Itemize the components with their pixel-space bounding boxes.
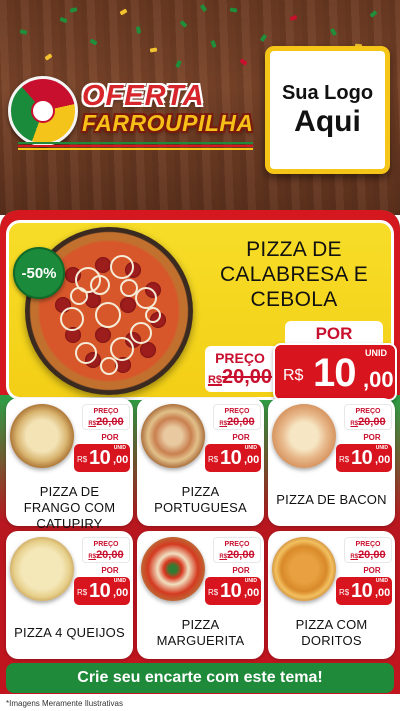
price-cents: ,00 — [375, 587, 391, 599]
unid-label: UNID — [244, 445, 257, 451]
unid-label: UNID — [113, 445, 126, 451]
price-currency: R$ — [208, 455, 219, 464]
old-price: R$20,00 — [88, 549, 124, 561]
por-label: POR — [232, 566, 250, 575]
por-label: POR — [363, 433, 381, 442]
product-name: PIZZA DE FRANGO COM CATUPIRY — [23, 484, 116, 531]
pizza-frango-icon — [10, 404, 74, 468]
featured-currency: R$ — [283, 367, 304, 384]
preco-label: PREÇO — [224, 541, 250, 548]
old-price: R$20,00 — [219, 416, 255, 428]
product-card[interactable]: PREÇO R$20,00 POR UNID R$ 10,00 PIZZA MARGUERI… — [137, 531, 264, 659]
pizza-4-queijos-icon — [10, 537, 74, 601]
featured-price-cents: ,00 — [363, 367, 394, 392]
create-flyer-button[interactable]: Crie seu encarte com este tema! — [6, 663, 394, 693]
old-price: R$20,00 — [219, 549, 255, 561]
preco-label: PREÇO — [93, 408, 119, 415]
logo-text-line2: Aqui — [294, 105, 361, 138]
product-card[interactable]: PREÇO R$20,00 POR UNID R$ 10,00 PIZZA PORTUGUE… — [137, 398, 264, 526]
preco-label: PREÇO — [224, 408, 250, 415]
brand-title-line1: OFERTA — [82, 80, 205, 112]
featured-product-card[interactable]: -50% PIZZA DE CALABRESA E CEBOLA POR PRE… — [6, 220, 397, 401]
new-price-tag: UNID R$ 10,00 — [205, 577, 261, 605]
por-label: POR — [101, 566, 119, 575]
price-cents: ,00 — [113, 454, 129, 466]
pizza-doritos-icon — [272, 537, 336, 601]
product-name: PIZZA PORTUGUESA — [154, 484, 247, 515]
price-cents: ,00 — [244, 454, 260, 466]
new-price-tag: UNID R$ 10,00 — [336, 444, 392, 472]
new-price-tag: UNID R$ 10,00 — [205, 444, 261, 472]
product-name: PIZZA DE BACON — [276, 492, 387, 507]
price-int: 10 — [89, 447, 111, 469]
old-price: R$20,00 — [88, 416, 124, 428]
price-currency: R$ — [77, 455, 88, 464]
discount-badge: -50% — [13, 247, 65, 299]
product-card[interactable]: PREÇO R$20,00 POR UNID R$ 10,00 PIZZA COM DORI… — [268, 531, 395, 659]
product-card[interactable]: PREÇO R$20,00 POR UNID R$ 10,00 PIZZA DE FRANG… — [6, 398, 133, 531]
rio-grande-emblem-icon — [8, 76, 78, 146]
new-price-tag: UNID R$ 10,00 — [74, 444, 130, 472]
featured-old-price: R$20,00 — [207, 366, 273, 388]
pizza-marguerita-icon — [141, 537, 205, 601]
pizza-bacon-icon — [272, 404, 336, 468]
store-logo-placeholder[interactable]: Sua Logo Aqui — [265, 46, 390, 174]
por-label: POR — [363, 566, 381, 575]
price-int: 10 — [220, 447, 242, 469]
old-price-tag: PREÇO R$20,00 — [344, 537, 392, 563]
unid-label: UNID — [113, 578, 126, 584]
product-name: PIZZA 4 QUEIJOS — [14, 625, 125, 640]
unid-label: UNID — [244, 578, 257, 584]
product-name: PIZZA COM DORITOS — [295, 617, 368, 648]
featured-unid-label: UNID — [365, 348, 387, 358]
featured-new-price-tag: UNID R$ 10 ,00 — [273, 343, 397, 401]
old-price-tag: PREÇO R$20,00 — [82, 537, 130, 563]
featured-product-title: PIZZA DE CALABRESA E CEBOLA — [219, 238, 369, 312]
header-banner: OFERTA FARROUPILHA Sua Logo Aqui — [0, 0, 400, 215]
flag-stripes — [18, 142, 253, 150]
price-currency: R$ — [77, 588, 88, 597]
price-currency: R$ — [339, 455, 350, 464]
preco-label: PREÇO — [355, 541, 381, 548]
price-cents: ,00 — [375, 454, 391, 466]
price-currency: R$ — [339, 588, 350, 597]
unid-label: UNID — [375, 445, 388, 451]
old-price-tag: PREÇO R$20,00 — [213, 404, 261, 430]
price-int: 10 — [220, 580, 242, 602]
por-label: POR — [232, 433, 250, 442]
new-price-tag: UNID R$ 10,00 — [336, 577, 392, 605]
brand-title-line2: FARROUPILHA — [82, 110, 254, 136]
featured-preco-label: PREÇO — [215, 350, 265, 366]
price-cents: ,00 — [244, 587, 260, 599]
disclaimer-text: *Imagens Meramente Ilustrativas — [6, 699, 123, 708]
price-int: 10 — [89, 580, 111, 602]
product-card[interactable]: PREÇO R$20,00 POR UNID R$ 10,00 PIZZA DE BACON — [268, 398, 395, 526]
old-price-tag: PREÇO R$20,00 — [213, 537, 261, 563]
unid-label: UNID — [375, 578, 388, 584]
old-price-tag: PREÇO R$20,00 — [82, 404, 130, 430]
preco-label: PREÇO — [93, 541, 119, 548]
featured-old-price-tag: PREÇO R$20,00 — [205, 346, 275, 392]
old-price-tag: PREÇO R$20,00 — [344, 404, 392, 430]
price-cents: ,00 — [113, 587, 129, 599]
pizza-portuguesa-icon — [141, 404, 205, 468]
logo-text-line1: Sua Logo — [281, 82, 374, 104]
new-price-tag: UNID R$ 10,00 — [74, 577, 130, 605]
product-name: PIZZA MARGUERITA — [156, 617, 245, 648]
por-label: POR — [101, 433, 119, 442]
preco-label: PREÇO — [355, 408, 381, 415]
old-price: R$20,00 — [350, 416, 386, 428]
old-price: R$20,00 — [350, 549, 386, 561]
product-card[interactable]: PREÇO R$20,00 POR UNID R$ 10,00 PIZZA 4 QUEIJO… — [6, 531, 133, 659]
price-int: 10 — [351, 580, 373, 602]
price-currency: R$ — [208, 588, 219, 597]
price-int: 10 — [351, 447, 373, 469]
featured-price-int: 10 — [313, 351, 356, 395]
brand-logo: OFERTA FARROUPILHA — [8, 70, 258, 150]
